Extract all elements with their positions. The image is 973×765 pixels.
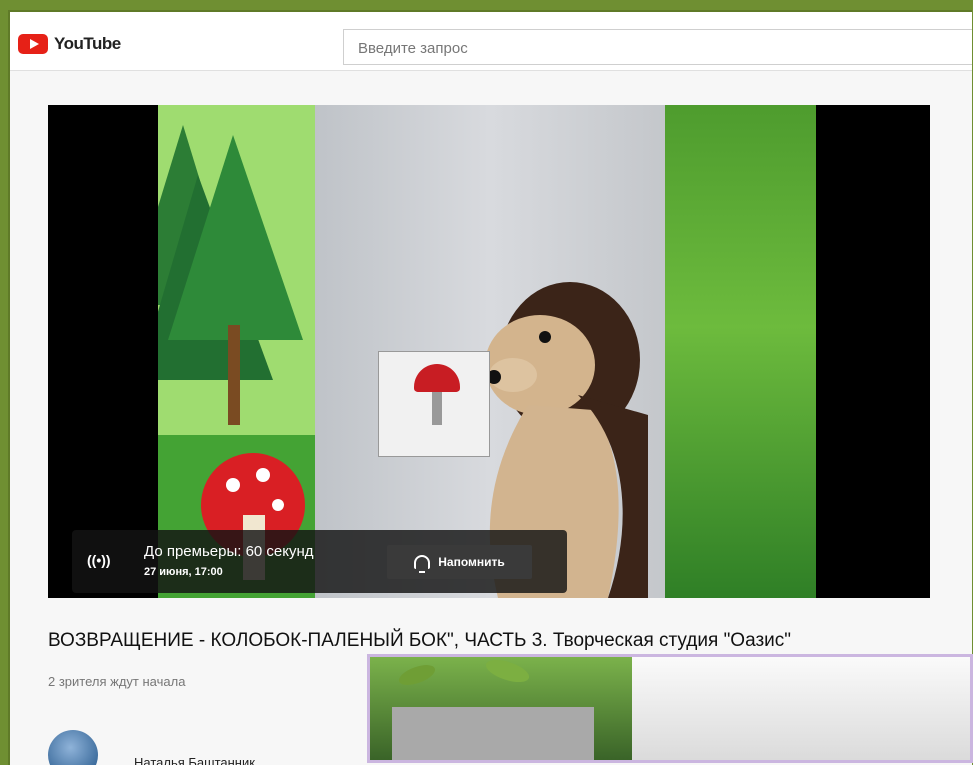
remind-label: Напомнить — [438, 555, 505, 569]
thumbnail-grey-box — [392, 707, 594, 760]
play-logo-icon — [18, 34, 48, 54]
leaf-icon — [483, 657, 532, 687]
secondary-video-thumbnail[interactable] — [367, 654, 973, 763]
thumbnail-left-scene — [370, 657, 632, 760]
forest-right — [665, 105, 816, 598]
youtube-logo[interactable]: YouTube — [18, 34, 121, 54]
leaf-icon — [396, 660, 438, 690]
thumbnail-right-scene — [632, 657, 970, 760]
search-box[interactable] — [343, 29, 972, 66]
channel-name[interactable]: Наталья Баштанник — [134, 755, 255, 765]
search-input[interactable] — [344, 30, 972, 66]
avatar[interactable] — [48, 730, 98, 765]
mushroom-card — [378, 351, 490, 457]
premiere-title: До премьеры: 60 секунд — [144, 543, 314, 560]
page-frame: YouTube Введите запрос ((•)) До премьеры… — [8, 10, 972, 765]
mushroom-stem-icon — [432, 392, 442, 425]
mushroom-icon — [414, 364, 460, 392]
premiere-countdown: ((•)) До премьеры: 60 секунд 27 июня, 17… — [72, 530, 567, 593]
logo-text: YouTube — [54, 34, 121, 53]
video-title: ВОЗВРАЩЕНИЕ - КОЛОБОК-ПАЛЕНЫЙ БОК", ЧАСТ… — [48, 630, 792, 651]
premiere-date: 27 июня, 17:00 — [144, 566, 223, 578]
channel-row[interactable]: Наталья Баштанник — [48, 730, 348, 765]
video-frame — [158, 105, 816, 598]
viewers-waiting: 2 зрителя ждут начала — [48, 674, 186, 689]
bell-icon — [414, 555, 431, 573]
live-icon: ((•)) — [87, 552, 111, 568]
video-player[interactable]: ((•)) До премьеры: 60 секунд 27 июня, 17… — [48, 105, 930, 598]
top-bar: YouTube — [10, 12, 972, 71]
remind-button[interactable]: Напомнить — [387, 545, 532, 579]
